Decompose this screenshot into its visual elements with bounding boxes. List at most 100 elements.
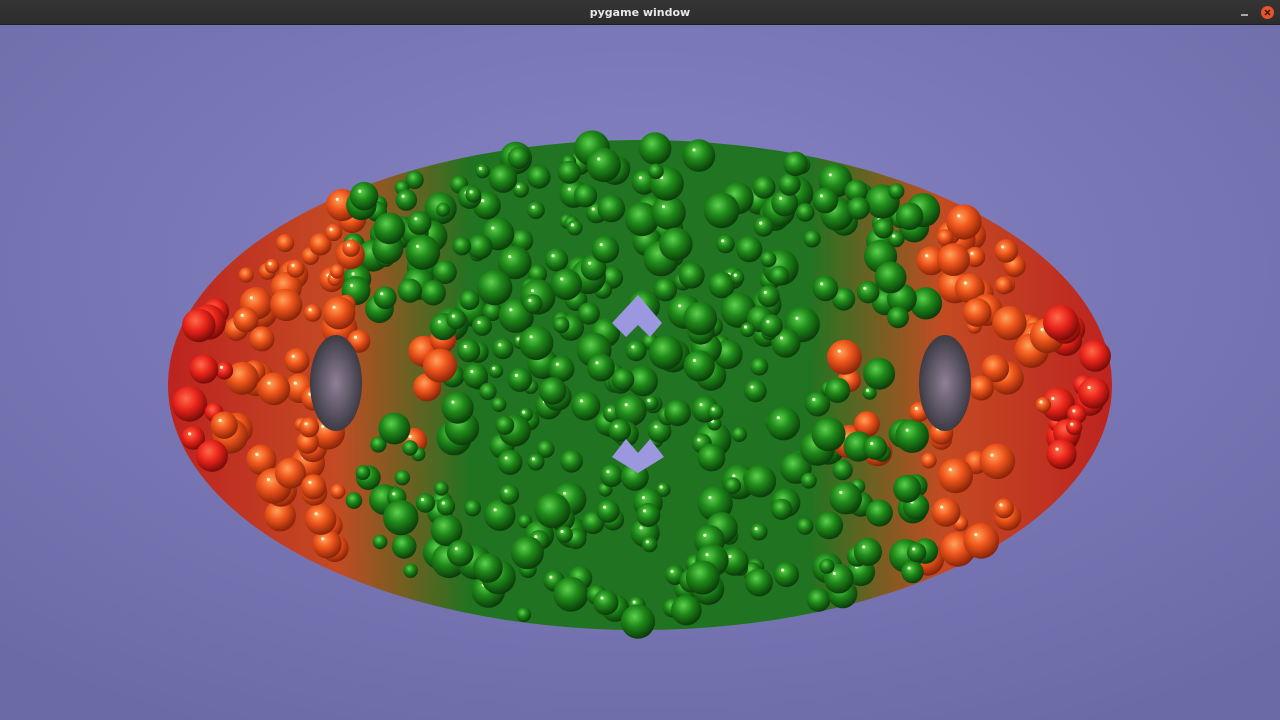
fractal-bubble (464, 499, 481, 517)
fractal-bubble (257, 372, 291, 406)
fractal-bubble (378, 412, 411, 445)
bubble-highlight (600, 596, 604, 600)
fractal-bubble (994, 239, 1019, 263)
minimize-button[interactable] (1238, 6, 1251, 19)
bubble-highlight (692, 148, 696, 152)
close-button[interactable] (1261, 6, 1274, 19)
fractal-bubble (759, 314, 783, 338)
fractal-bubble (305, 503, 337, 535)
bubble-highlight (603, 505, 607, 509)
fractal-bubble (753, 216, 774, 237)
bubble-highlight (492, 366, 496, 370)
fractal-bubble (803, 230, 821, 248)
fractal-bubble (796, 517, 814, 535)
bubble-highlight (907, 566, 911, 570)
bubble-highlight (579, 399, 584, 403)
fractal-bubble (577, 302, 600, 325)
bubble-highlight (639, 526, 643, 530)
fractal-bubble (276, 234, 295, 253)
fractal-bubble (937, 243, 970, 276)
bubble-highlight (963, 281, 967, 285)
fractal-bubble (391, 533, 417, 559)
fractal-bubble (452, 236, 472, 256)
bubble-highlight (1087, 385, 1091, 390)
fractal-bubble (597, 194, 626, 223)
fractal-bubble (591, 235, 620, 264)
fractal-bubble (492, 338, 514, 360)
bubble-highlight (516, 185, 520, 189)
bubble-highlight (763, 290, 767, 294)
render-canvas[interactable] (0, 25, 1280, 720)
fractal-bubble (857, 281, 880, 304)
bubble-highlight (504, 489, 508, 493)
bubble-highlight (732, 474, 736, 478)
fractal-bubble (342, 239, 360, 257)
fractal-bubble (750, 357, 769, 376)
bubble-highlight (837, 349, 841, 353)
fractal-bubble (963, 523, 1000, 559)
fractal-bubble (491, 397, 507, 412)
bubble-highlight (358, 189, 362, 193)
fractal-bubble (641, 536, 658, 553)
fractal-bubble (659, 227, 693, 261)
fractal-bubble (373, 286, 397, 310)
fractal-bubble (593, 589, 619, 616)
fractal-bubble (275, 457, 306, 489)
fractal-bubble (567, 219, 583, 236)
fractal-bubble (931, 497, 961, 527)
fractal-bubble (773, 561, 800, 588)
fractal-bubble (373, 212, 406, 245)
bubble-highlight (531, 457, 535, 461)
fractal-bubble (475, 163, 490, 179)
bubble-highlight (420, 498, 425, 502)
fractal-bubble (553, 576, 589, 612)
fractal-bubble (488, 363, 504, 379)
fractal-bubble (516, 607, 532, 623)
fractal-bubble (685, 560, 720, 595)
fractal-bubble (557, 160, 581, 184)
bubble-highlight (638, 176, 643, 180)
fractal-bubble (1046, 439, 1077, 470)
title-bar[interactable]: pygame window (0, 0, 1280, 25)
bubble-highlight (659, 485, 663, 489)
fractal-bubble (539, 377, 567, 405)
bubble-highlight (776, 416, 780, 420)
bubble-highlight (606, 470, 610, 474)
fractal-bubble (906, 542, 927, 563)
fractal-bubble (625, 340, 647, 362)
fractal-bubble (608, 418, 631, 442)
fractal-bubble (587, 353, 615, 382)
bubble-highlight (711, 407, 715, 411)
bubble-highlight (1055, 447, 1059, 451)
bubble-highlight (522, 410, 526, 414)
bubble-highlight (335, 197, 339, 201)
bubble-highlight (308, 480, 312, 484)
bubble-highlight (531, 205, 535, 209)
bubble-highlight (795, 316, 799, 320)
fractal-bubble (678, 262, 705, 289)
fractal-bubble (523, 294, 543, 314)
fractal-bubble (355, 465, 371, 480)
bubble-highlight (380, 292, 384, 296)
fractal-bubble (182, 308, 216, 343)
fractal-bubble (527, 453, 545, 471)
fractal-bubble (819, 558, 835, 574)
bubble-highlight (291, 263, 295, 267)
bubble-highlight (498, 343, 502, 347)
bubble-highlight (491, 226, 495, 230)
bubble-highlight (240, 313, 244, 317)
fractal-bubble (325, 223, 343, 242)
fractal-bubble (596, 499, 620, 523)
fractal-bubble (992, 305, 1027, 341)
fractal-bubble (783, 151, 808, 177)
bubble-highlight (870, 441, 874, 446)
bubble-highlight (733, 273, 737, 277)
bubble-highlight (697, 438, 701, 442)
bubble-highlight (560, 277, 564, 281)
bubble-highlight (754, 527, 758, 531)
minimize-icon (1241, 14, 1248, 16)
fractal-bubble (519, 325, 554, 361)
fractal-bubble (653, 278, 677, 302)
fractal-bubble (893, 474, 922, 503)
bubble-highlight (351, 272, 355, 276)
